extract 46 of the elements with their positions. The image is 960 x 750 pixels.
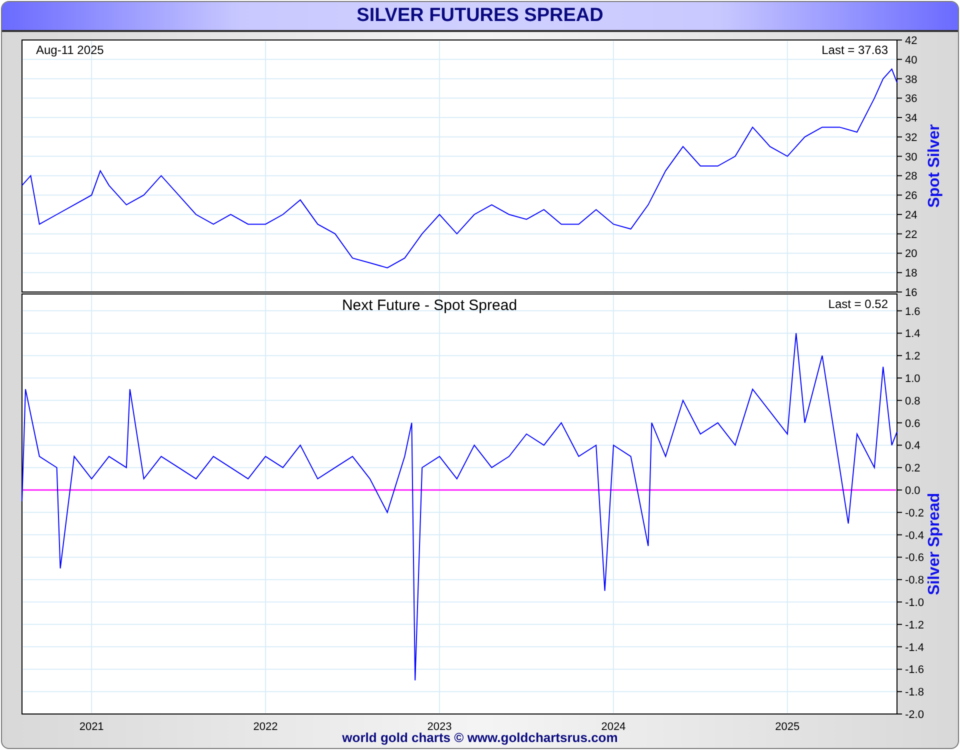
- axis-title: Spot Silver: [926, 124, 943, 208]
- y-tick-label: 26: [905, 190, 918, 202]
- y-tick-label: 28: [905, 170, 918, 183]
- y-tick-label: 0.8: [905, 395, 920, 408]
- y-tick-label: -1.4: [905, 642, 924, 654]
- y-tick-label: 0.2: [905, 462, 920, 475]
- last-value-label: Last = 0.52: [828, 297, 888, 311]
- y-tick-label: 1.2: [905, 350, 920, 363]
- y-tick-label: 0.6: [905, 418, 920, 430]
- y-tick-label: 1.4: [905, 328, 920, 340]
- panel-title: Next Future - Spot Spread: [342, 297, 518, 314]
- y-tick-label: 1.6: [905, 306, 920, 318]
- chart-title: SILVER FUTURES SPREAD: [356, 4, 604, 28]
- x-tick-label: 2025: [775, 721, 800, 733]
- y-tick-label: 16: [905, 287, 918, 299]
- last-value-label: Last = 37.63: [822, 43, 888, 57]
- y-tick-label: 22: [905, 228, 918, 241]
- y-tick-label: 32: [905, 132, 918, 144]
- x-tick-label: 2022: [253, 721, 278, 733]
- y-tick-label: 0.4: [905, 440, 920, 452]
- y-tick-label: 36: [905, 93, 918, 106]
- x-tick-label: 2023: [427, 721, 452, 733]
- axis-title: Silver Spread: [926, 492, 943, 596]
- y-tick-label: -2.0: [905, 709, 924, 721]
- copyright-text: world gold charts © www.goldchartsrus.com: [342, 730, 618, 745]
- y-tick-label: -0.8: [905, 574, 924, 587]
- y-tick-label: -1.0: [905, 597, 924, 609]
- y-tick-label: -0.4: [905, 530, 924, 542]
- y-tick-label: -1.6: [905, 664, 924, 676]
- y-tick-label: 34: [905, 112, 918, 125]
- x-tick-label: 2024: [601, 721, 626, 733]
- y-tick-label: 30: [905, 151, 918, 164]
- y-tick-label: 40: [905, 54, 918, 66]
- x-tick-label: 2021: [79, 721, 104, 733]
- y-tick-label: -0.2: [905, 507, 924, 520]
- y-tick-label: -1.2: [905, 619, 924, 632]
- y-tick-label: 1.0: [905, 373, 920, 385]
- y-tick-label: 20: [905, 248, 918, 260]
- y-tick-label: 38: [905, 74, 918, 86]
- y-tick-label: 24: [905, 209, 918, 222]
- y-tick-label: 42: [905, 35, 918, 47]
- date-label: Aug-11 2025: [36, 43, 104, 57]
- y-tick-label: 0.0: [905, 485, 920, 497]
- y-tick-label: -1.8: [905, 686, 924, 699]
- y-tick-label: 18: [905, 268, 918, 280]
- y-tick-label: -0.6: [905, 552, 924, 564]
